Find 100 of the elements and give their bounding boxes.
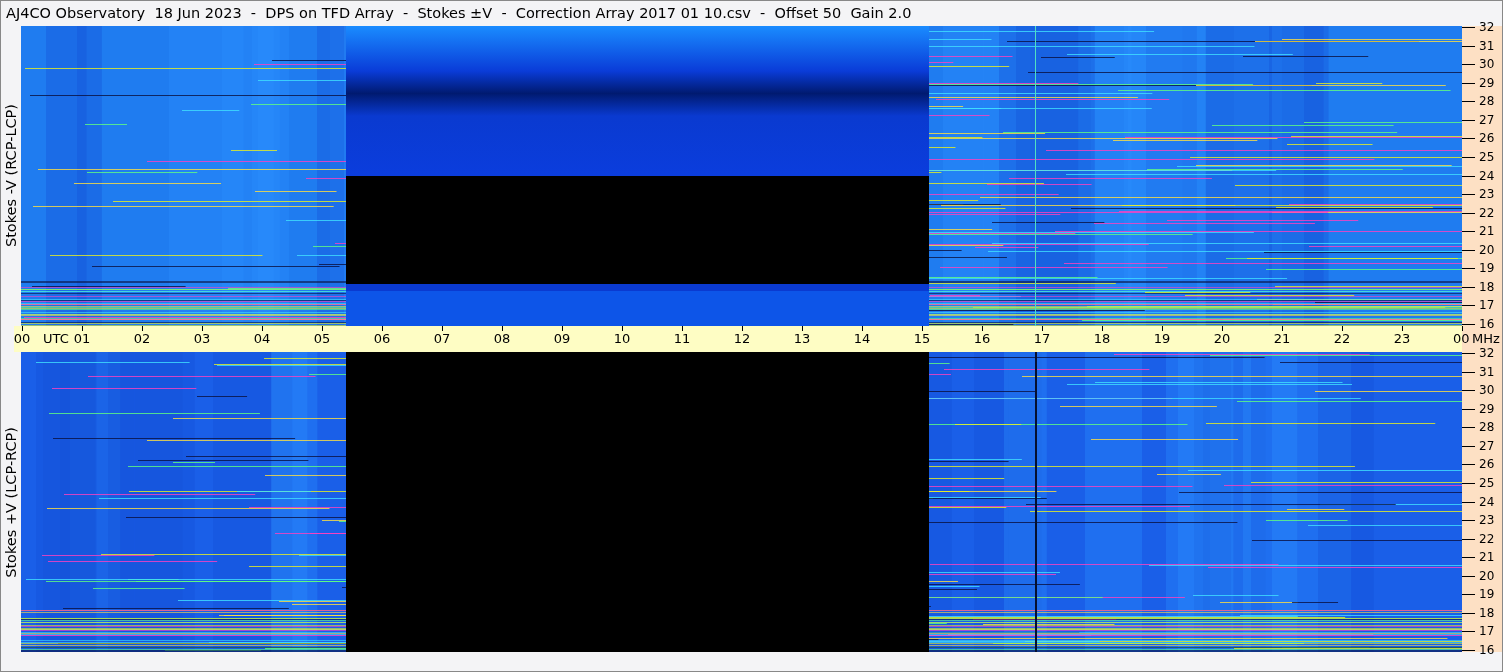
tick-mark [1462, 464, 1475, 466]
tick-mark [142, 326, 143, 331]
tick-label: 16 [1479, 644, 1495, 657]
tick-mark [1462, 156, 1475, 158]
tick-label: 09 [553, 331, 571, 346]
window-title: AJ4CO Observatory 18 Jun 2023 - DPS on TFD Array - Stokes ±V - Correction Array 2017 01 10.csv - Offset 50 Gain 2.0 [5, 4, 913, 23]
tick-label: 26 [1479, 458, 1495, 472]
tick-label: 31 [1479, 365, 1495, 379]
tick-label: 31 [1479, 39, 1495, 53]
tick-mark [982, 326, 983, 331]
tick-mark [82, 326, 83, 331]
tick-label: 23 [1479, 188, 1495, 202]
tick-mark [1462, 538, 1475, 540]
tick-mark [922, 326, 923, 331]
tick-mark [1462, 305, 1475, 307]
tick-label: 06 [373, 331, 391, 346]
tick-mark [1462, 212, 1475, 214]
tick-mark [742, 326, 743, 331]
tick-label: 00 [13, 331, 31, 346]
tick-label: 21 [1479, 225, 1495, 239]
tick-mark [1462, 390, 1475, 392]
tick-mark [502, 326, 503, 331]
tick-label: 28 [1479, 421, 1495, 435]
tick-mark [1462, 612, 1475, 614]
tick-mark [622, 326, 623, 331]
tick-label: 25 [1479, 150, 1495, 164]
tick-mark [1462, 445, 1475, 447]
tick-label: 23 [1479, 514, 1495, 528]
tick-label: 12 [733, 331, 751, 346]
tick-label: 03 [193, 331, 211, 346]
tick-label: 27 [1479, 439, 1495, 453]
tick-mark [1462, 45, 1475, 47]
tick-label: 29 [1479, 402, 1495, 416]
tick-label: 16 [1479, 318, 1495, 331]
axis-unit: UTC [43, 331, 69, 346]
tick-mark [1462, 194, 1475, 196]
tick-mark [1222, 326, 1223, 331]
tick-label: 17 [1033, 331, 1051, 346]
tick-label: 17 [1479, 625, 1495, 639]
tick-label: 21 [1479, 551, 1495, 565]
tick-label: 11 [673, 331, 691, 346]
tick-label: 26 [1479, 132, 1495, 146]
tick-label: 17 [1479, 299, 1495, 313]
tick-label: 00 [1453, 331, 1470, 346]
tick-label: 30 [1479, 384, 1495, 398]
tick-label: 04 [253, 331, 271, 346]
tick-mark [1462, 631, 1475, 633]
tick-label: 10 [613, 331, 631, 346]
tick-label: 25 [1479, 476, 1495, 490]
tick-mark [1462, 594, 1475, 596]
tick-label: 22 [1479, 206, 1495, 220]
tick-label: 18 [1093, 331, 1111, 346]
tick-mark [1342, 326, 1343, 331]
axis-label: Stokes +V (LCP-RCP) [3, 426, 19, 578]
axis-label: Stokes -V (RCP-LCP) [3, 104, 19, 248]
tick-mark [322, 326, 323, 331]
tick-label: 08 [493, 331, 511, 346]
tick-mark [1462, 286, 1475, 288]
tick-label: 19 [1479, 588, 1495, 602]
tick-label: 05 [313, 331, 331, 346]
tick-mark [1462, 427, 1475, 429]
tick-label: 16 [973, 331, 991, 346]
tick-mark [1282, 326, 1283, 331]
tick-label: 01 [73, 331, 91, 346]
tick-label: 20 [1213, 331, 1231, 346]
tick-label: 22 [1479, 532, 1495, 546]
tick-label: 13 [793, 331, 811, 346]
tick-mark [682, 326, 683, 331]
tick-label: 20 [1479, 569, 1495, 583]
tick-mark [1462, 175, 1475, 177]
tick-label: 14 [853, 331, 871, 346]
tick-mark [1462, 575, 1475, 577]
tick-mark [1462, 408, 1475, 410]
tick-label: 23 [1393, 331, 1411, 346]
tick-mark [1462, 520, 1475, 522]
tick-mark [382, 326, 383, 331]
tick-mark [802, 326, 803, 331]
tick-mark [1042, 326, 1043, 331]
tick-label: 24 [1479, 495, 1495, 509]
tick-mark [1402, 326, 1403, 331]
tick-label: 32 [1479, 347, 1495, 360]
tick-mark [562, 326, 563, 331]
tick-label: 32 [1479, 21, 1495, 34]
tick-mark [1462, 27, 1475, 28]
tick-label: 29 [1479, 76, 1495, 90]
tick-label: 19 [1479, 262, 1495, 276]
tick-mark [1462, 353, 1475, 354]
tick-label: 15 [913, 331, 931, 346]
tick-label: 18 [1479, 606, 1495, 620]
tick-mark [202, 326, 203, 331]
tick-label: 07 [433, 331, 451, 346]
tick-label: 27 [1479, 113, 1495, 127]
tick-mark [1462, 138, 1475, 140]
tick-mark [862, 326, 863, 331]
tick-mark [442, 326, 443, 331]
tick-label: 02 [133, 331, 151, 346]
tick-mark [1462, 650, 1475, 651]
tick-mark [1462, 371, 1475, 373]
tick-mark [1462, 249, 1475, 251]
tick-mark [1102, 326, 1103, 331]
